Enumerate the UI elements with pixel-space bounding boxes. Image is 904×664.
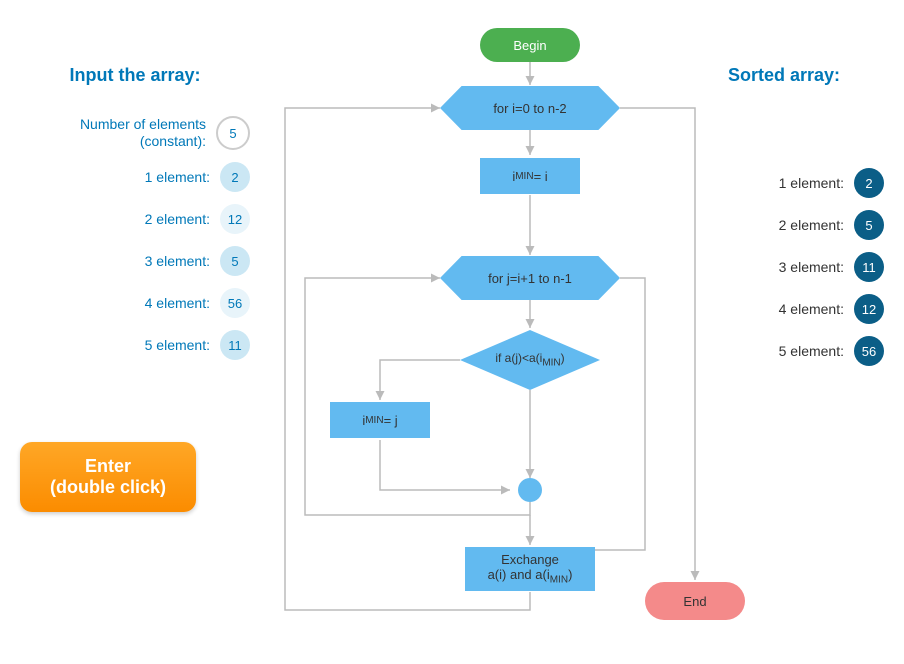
input-title: Input the array: bbox=[20, 65, 250, 86]
flowchart-exchange-line1: Exchange bbox=[501, 552, 559, 567]
input-element-value: 11 bbox=[220, 330, 250, 360]
constant-value: 5 bbox=[216, 116, 250, 150]
enter-button-line2: (double click) bbox=[50, 477, 166, 498]
sorted-element-value: 2 bbox=[854, 168, 884, 198]
sorted-title: Sorted array: bbox=[684, 65, 884, 86]
sorted-element-label: 1 element: bbox=[779, 175, 844, 191]
input-element-value: 2 bbox=[220, 162, 250, 192]
input-element-value: 12 bbox=[220, 204, 250, 234]
flowchart-condition: if a(j)<a(iMIN) bbox=[460, 330, 600, 390]
flowchart-imin-i: iMIN = i bbox=[480, 158, 580, 194]
input-element-label: 2 element: bbox=[145, 211, 210, 227]
enter-button[interactable]: Enter (double click) bbox=[20, 442, 196, 512]
input-element-label: 3 element: bbox=[145, 253, 210, 269]
sorted-element-value: 11 bbox=[854, 252, 884, 282]
flowchart-inner-loop: for j=i+1 to n-1 bbox=[440, 256, 620, 300]
flowchart-exchange: Exchange a(i) and a(iMIN) bbox=[465, 547, 595, 591]
sorted-element-label: 5 element: bbox=[779, 343, 844, 359]
sorted-element-label: 4 element: bbox=[779, 301, 844, 317]
flowchart-connector bbox=[518, 478, 542, 502]
flowchart-exchange-line2: a(i) and a(iMIN) bbox=[488, 567, 573, 586]
input-element-label: 5 element: bbox=[145, 337, 210, 353]
enter-button-line1: Enter bbox=[50, 456, 166, 477]
input-element-label: 4 element: bbox=[145, 295, 210, 311]
sorted-element-value: 56 bbox=[854, 336, 884, 366]
sorted-element-value: 12 bbox=[854, 294, 884, 324]
flowchart-end: End bbox=[645, 582, 745, 620]
constant-label: Number of elements (constant): bbox=[66, 116, 206, 150]
sorted-element-label: 2 element: bbox=[779, 217, 844, 233]
flowchart-outer-loop: for i=0 to n-2 bbox=[440, 86, 620, 130]
input-element-value: 56 bbox=[220, 288, 250, 318]
flowchart-begin: Begin bbox=[480, 28, 580, 62]
flowchart-imin-j: iMIN = j bbox=[330, 402, 430, 438]
flowchart: Begin for i=0 to n-2 iMIN = i for j=i+1 … bbox=[250, 20, 684, 644]
sorted-element-value: 5 bbox=[854, 210, 884, 240]
input-element-value: 5 bbox=[220, 246, 250, 276]
input-element-label: 1 element: bbox=[145, 169, 210, 185]
sorted-element-label: 3 element: bbox=[779, 259, 844, 275]
